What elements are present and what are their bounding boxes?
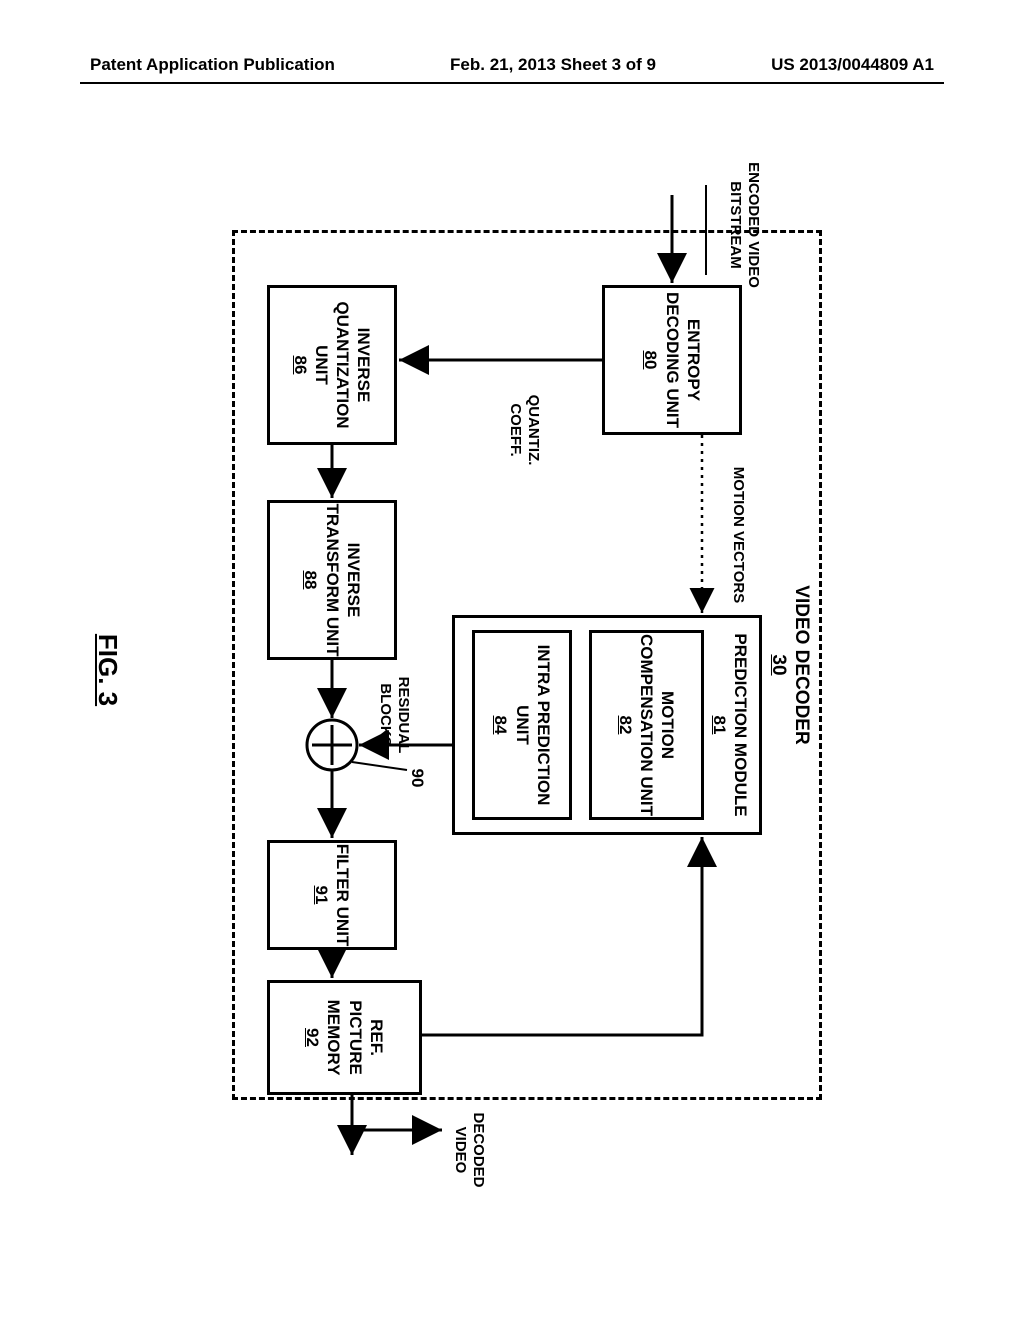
video-decoder-title: VIDEO DECODER 30 — [766, 230, 812, 1100]
inverse-quantization-unit: INVERSE QUANTIZATION UNIT 86 — [267, 285, 397, 445]
motion-vectors-label: MOTION VECTORS — [729, 450, 747, 620]
figure-caption: FIG. 3 — [92, 170, 123, 1170]
quantiz-coeff-label: QUANTIZ. COEFF. — [506, 370, 542, 490]
output-label: DECODED VIDEO — [451, 1105, 487, 1195]
page-header: Patent Application Publication Feb. 21, … — [0, 55, 1024, 75]
summer-ref: 90 — [407, 758, 427, 798]
header-center: Feb. 21, 2013 Sheet 3 of 9 — [450, 55, 656, 75]
header-right: US 2013/0044809 A1 — [771, 55, 934, 75]
diagram-canvas: VIDEO DECODER 30 ENCODED VIDEO BITSTREAM… — [162, 170, 862, 1170]
filter-unit: FILTER UNIT 91 — [267, 840, 397, 950]
entropy-decoding-unit: ENTROPY DECODING UNIT 80 — [602, 285, 742, 435]
header-rule — [80, 82, 944, 84]
header-left: Patent Application Publication — [90, 55, 335, 75]
input-underline — [705, 185, 707, 275]
inverse-transform-unit: INVERSE TRANSFORM UNIT 88 — [267, 500, 397, 660]
input-label: ENCODED VIDEO BITSTREAM — [726, 160, 762, 290]
motion-compensation-unit: MOTION COMPENSATION UNIT 82 — [589, 630, 704, 820]
diagram-rotated-wrap: VIDEO DECODER 30 ENCODED VIDEO BITSTREAM… — [12, 158, 1012, 1182]
intra-prediction-unit: INTRA PREDICTION UNIT 84 — [472, 630, 572, 820]
residual-blocks-label: RESIDUAL BLOCKS — [376, 665, 412, 765]
ref-picture-memory: REF. PICTURE MEMORY 92 — [267, 980, 422, 1095]
